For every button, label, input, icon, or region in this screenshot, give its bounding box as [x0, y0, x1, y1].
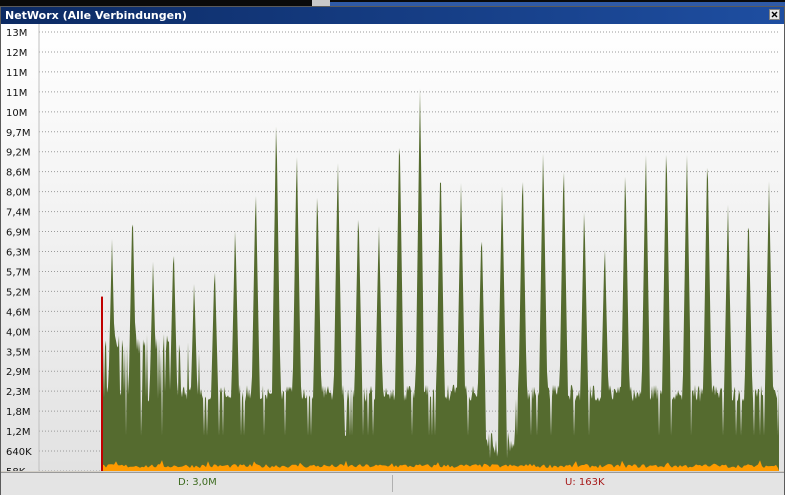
y-tick-label: 2,9M	[6, 367, 31, 378]
y-tick-label: 6,3M	[6, 248, 31, 259]
y-tick-label: 1,8M	[6, 407, 31, 418]
upload-rate: U: 163K	[565, 477, 605, 488]
y-tick-label: 7,4M	[6, 208, 31, 219]
y-tick-label: 5,2M	[6, 287, 31, 298]
y-tick-label: 3,5M	[6, 347, 31, 358]
start-spike	[101, 296, 103, 471]
title-bar[interactable]: NetWorx (Alle Verbindungen)	[1, 7, 784, 24]
y-tick-label: 10M	[6, 108, 27, 119]
networx-window: NetWorx (Alle Verbindungen) 13M 12M 11M 11M…	[0, 6, 785, 495]
close-button[interactable]	[769, 9, 780, 20]
y-tick-label: 12M	[6, 48, 27, 59]
y-tick-label: 5,7M	[6, 267, 31, 278]
y-tick-label: 6,9M	[6, 228, 31, 239]
y-tick-label: 1,2M	[6, 427, 31, 438]
y-tick-label: 13M	[6, 28, 27, 39]
y-tick-label: 9,7M	[6, 128, 31, 139]
close-icon	[771, 11, 778, 18]
download-rate: D: 3,0M	[178, 477, 217, 488]
y-tick-label: 2,3M	[6, 387, 31, 398]
y-tick-label: 58K	[6, 467, 26, 471]
y-tick-label: 11M	[6, 88, 27, 99]
status-bar: D: 3,0M U: 163K	[1, 472, 784, 495]
status-separator	[392, 475, 393, 492]
y-tick-label: 9,2M	[6, 148, 31, 159]
y-tick-label: 11M	[6, 68, 27, 79]
y-tick-label: 4,6M	[6, 307, 31, 318]
traffic-graph-svg: 13M 12M 11M 11M 10M 9,7M 9,2M 8,6M 8,0M 7,4M 6,9M 6…	[1, 24, 784, 471]
window-title: NetWorx (Alle Verbindungen)	[5, 9, 187, 22]
y-tick-label: 8,6M	[6, 168, 31, 179]
y-tick-label: 4,0M	[6, 327, 31, 338]
traffic-graph: 13M 12M 11M 11M 10M 9,7M 9,2M 8,6M 8,0M 7,4M 6,9M 6…	[1, 24, 784, 471]
y-tick-label: 640K	[6, 447, 32, 458]
y-tick-label: 8,0M	[6, 188, 31, 199]
